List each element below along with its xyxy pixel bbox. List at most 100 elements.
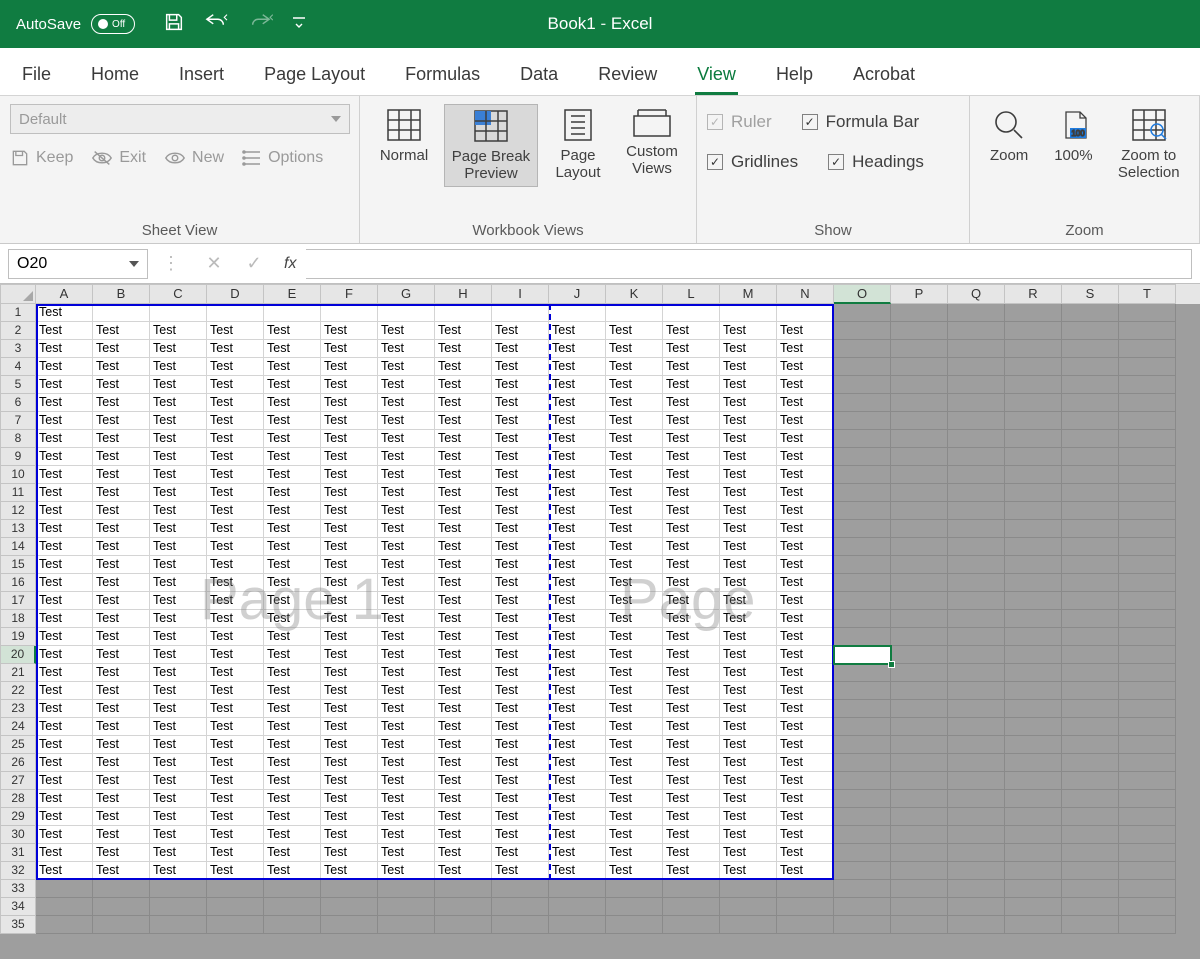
cell[interactable]: Test	[264, 376, 321, 394]
cell[interactable]	[834, 502, 891, 520]
cell[interactable]	[1005, 790, 1062, 808]
row-header[interactable]: 33	[0, 880, 36, 898]
cell[interactable]	[948, 718, 1005, 736]
cell[interactable]	[207, 880, 264, 898]
cell[interactable]	[1062, 610, 1119, 628]
cell[interactable]	[948, 862, 1005, 880]
cell[interactable]: Test	[321, 394, 378, 412]
column-header[interactable]: G	[378, 284, 435, 304]
cell[interactable]: Test	[492, 700, 549, 718]
cell[interactable]	[1119, 502, 1176, 520]
cell[interactable]: Test	[321, 556, 378, 574]
cell[interactable]	[1119, 556, 1176, 574]
zoom-to-selection-button[interactable]: Zoom to Selection	[1109, 104, 1190, 185]
cell[interactable]	[948, 898, 1005, 916]
page-layout-button[interactable]: Page Layout	[544, 104, 612, 185]
cell[interactable]: Test	[264, 412, 321, 430]
cell[interactable]: Test	[606, 826, 663, 844]
cell[interactable]	[1119, 466, 1176, 484]
cell[interactable]: Test	[777, 754, 834, 772]
cell[interactable]: Test	[378, 646, 435, 664]
cell[interactable]	[1005, 898, 1062, 916]
cell[interactable]: Test	[93, 574, 150, 592]
cell[interactable]	[36, 898, 93, 916]
cell[interactable]: Test	[321, 790, 378, 808]
cell[interactable]: Test	[207, 808, 264, 826]
cell[interactable]: Test	[264, 538, 321, 556]
cell[interactable]: Test	[264, 466, 321, 484]
cell[interactable]: Test	[492, 646, 549, 664]
row-header[interactable]: 18	[0, 610, 36, 628]
formula-input[interactable]	[306, 249, 1192, 279]
cell[interactable]: Test	[549, 394, 606, 412]
cell[interactable]: Test	[492, 322, 549, 340]
cell[interactable]	[1119, 682, 1176, 700]
cell[interactable]: Test	[549, 520, 606, 538]
cell[interactable]: Test	[36, 340, 93, 358]
tab-home[interactable]: Home	[89, 56, 141, 95]
cell[interactable]: Test	[663, 448, 720, 466]
cell[interactable]: Test	[264, 394, 321, 412]
cell[interactable]: Test	[777, 412, 834, 430]
cell[interactable]	[1062, 808, 1119, 826]
cell[interactable]: Test	[663, 826, 720, 844]
cell[interactable]: Test	[663, 700, 720, 718]
cell[interactable]: Test	[207, 592, 264, 610]
cell[interactable]: Test	[435, 358, 492, 376]
cell[interactable]	[834, 808, 891, 826]
row-header[interactable]: 3	[0, 340, 36, 358]
cell[interactable]	[606, 916, 663, 934]
cell[interactable]: Test	[606, 736, 663, 754]
cell[interactable]	[834, 898, 891, 916]
cell[interactable]: Test	[378, 718, 435, 736]
cell[interactable]	[1062, 898, 1119, 916]
cell[interactable]: Test	[93, 592, 150, 610]
cell[interactable]	[1005, 916, 1062, 934]
cell[interactable]: Test	[207, 538, 264, 556]
keep-button[interactable]: Keep	[10, 148, 73, 168]
cell[interactable]: Test	[150, 682, 207, 700]
cell[interactable]: Test	[207, 628, 264, 646]
cell[interactable]	[1062, 646, 1119, 664]
cell[interactable]: Test	[720, 736, 777, 754]
cell[interactable]: Test	[207, 574, 264, 592]
cell[interactable]: Test	[321, 718, 378, 736]
cell[interactable]: Test	[777, 358, 834, 376]
cell[interactable]: Test	[378, 502, 435, 520]
cell[interactable]: Test	[150, 556, 207, 574]
cell[interactable]	[891, 808, 948, 826]
cell[interactable]: Test	[606, 592, 663, 610]
cell[interactable]: Test	[36, 844, 93, 862]
cell[interactable]	[891, 682, 948, 700]
cell[interactable]: Test	[93, 340, 150, 358]
cell[interactable]	[948, 772, 1005, 790]
column-header[interactable]: K	[606, 284, 663, 304]
cell[interactable]	[663, 898, 720, 916]
cell[interactable]: Test	[606, 844, 663, 862]
cell[interactable]: Test	[435, 484, 492, 502]
cell[interactable]: Test	[207, 358, 264, 376]
cell[interactable]: Test	[150, 862, 207, 880]
column-header[interactable]: T	[1119, 284, 1176, 304]
cell[interactable]	[834, 700, 891, 718]
cell[interactable]	[1062, 700, 1119, 718]
cell[interactable]	[1062, 484, 1119, 502]
cell[interactable]: Test	[720, 610, 777, 628]
cell[interactable]: Test	[93, 358, 150, 376]
cell[interactable]: Test	[93, 448, 150, 466]
cell[interactable]: Test	[264, 826, 321, 844]
cell[interactable]: Test	[720, 790, 777, 808]
column-header[interactable]: F	[321, 284, 378, 304]
cell[interactable]: Test	[93, 610, 150, 628]
cell[interactable]: Test	[720, 700, 777, 718]
cell[interactable]	[1062, 826, 1119, 844]
cell[interactable]: Test	[663, 394, 720, 412]
cell[interactable]: Test	[207, 862, 264, 880]
cell[interactable]: Test	[93, 736, 150, 754]
cell[interactable]	[891, 862, 948, 880]
cell[interactable]: Test	[150, 448, 207, 466]
cell[interactable]	[948, 520, 1005, 538]
cell[interactable]	[1119, 628, 1176, 646]
cell[interactable]	[264, 898, 321, 916]
cell[interactable]: Test	[93, 808, 150, 826]
